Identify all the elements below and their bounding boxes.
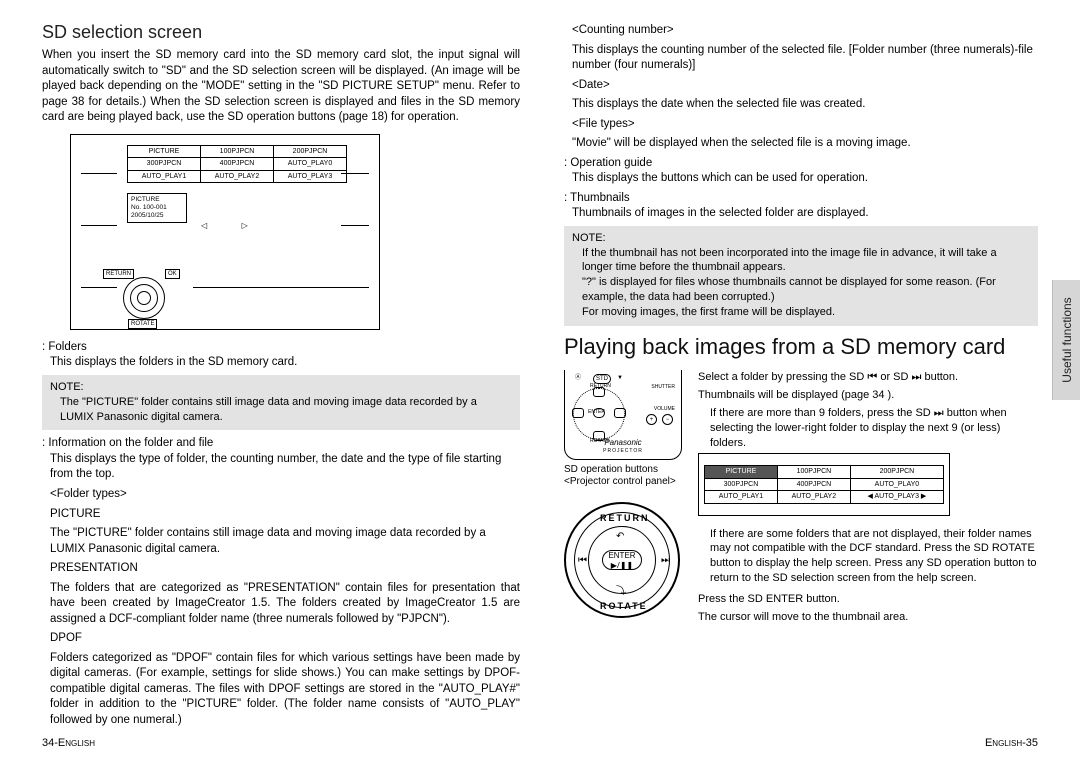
thumbnails-text: Thumbnails of images in the selected fol… [572,206,1038,222]
folder-table-2: PICTURE100PJPCN200PJPCN 300PJPCN400PJPCN… [704,465,944,503]
folder-types-label: <Folder types> [50,487,520,503]
control-wheel-diagram: RETURN ROTATE ⏮ ⏭ ↶ ⤵ ENTER▶/❚❚ [564,502,684,622]
picture-heading: PICTURE [50,507,520,523]
page-number-left: 34-English [42,736,95,751]
folders-text: This displays the folders in the SD memo… [50,355,520,371]
diagram-info-box: PICTURE No. 100-001 2005/10/25 [127,193,187,222]
step1d: If there are some folders that are not d… [710,527,1038,586]
intro-paragraph: When you insert the SD memory card into … [42,48,520,126]
step1a: Select a folder by pressing the SD ⏮ or … [698,370,1038,385]
thumbnails-label: : Thumbnails [564,191,1038,207]
nav-triangles-icon: ◁ ▷ [201,221,258,232]
folders-label: : Folders [42,340,520,356]
remote-diagram: Ⓐ STD ▼ SHUTTER VOLUME − + RETURN ENTER … [564,370,682,460]
remote-caption: SD operation buttons <Projector control … [564,464,690,488]
diagram-folder-table: PICTURE100PJPCN200PJPCN 300PJPCN400PJPCN… [127,145,347,183]
sd-selection-heading: SD selection screen [42,20,520,44]
folder-table-2-frame: PICTURE100PJPCN200PJPCN 300PJPCN400PJPCN… [698,453,950,515]
step1c: If there are more than 9 folders, press … [710,406,1038,451]
picture-text: The "PICTURE" folder contains still imag… [50,526,520,557]
info-label: : Information on the folder and file [42,436,520,452]
playback-heading: Playing back images from a SD memory car… [564,334,1038,360]
date-text: This displays the date when the selected… [572,97,1038,113]
file-types-text: "Movie" will be displayed when the selec… [572,136,1038,152]
sd-selection-diagram: PICTURE100PJPCN200PJPCN 300PJPCN400PJPCN… [70,134,380,330]
step2a: Press the SD ENTER button. [698,592,1038,607]
operation-guide-label: : Operation guide [564,156,1038,172]
step2b: The cursor will move to the thumbnail ar… [698,610,1038,625]
note-box-1: NOTE: The "PICTURE" folder contains stil… [42,375,520,431]
step1b: Thumbnails will be displayed (page 34 ). [698,388,1038,403]
file-types-label: <File types> [572,117,1038,133]
counting-number-label: <Counting number> [572,23,1038,39]
side-tab: Useful functions [1052,280,1080,400]
info-text: This displays the type of folder, the co… [50,452,520,483]
dpof-heading: DPOF [50,631,520,647]
presentation-text: The folders that are categorized as "PRE… [50,581,520,628]
date-label: <Date> [572,78,1038,94]
note-box-2: NOTE: If the thumbnail has not been inco… [564,226,1038,326]
presentation-heading: PRESENTATION [50,561,520,577]
operation-guide-text: This displays the buttons which can be u… [572,171,1038,187]
dpof-text: Folders categorized as "DPOF" contain fi… [50,651,520,729]
diagram-control-pad: RETURN OK ROTATE [123,277,165,319]
page-number-right: English-35 [985,736,1038,751]
counting-number-text: This displays the counting number of the… [572,43,1038,74]
